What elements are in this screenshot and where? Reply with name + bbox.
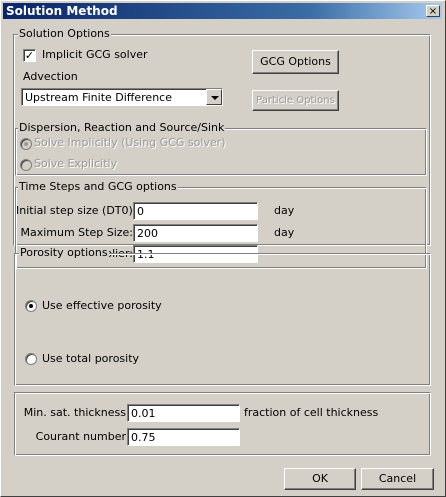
min-sat-thickness-unit: fraction of cell thickness [244,406,379,419]
initial-step-size-label: Initial step size (DT0): [16,204,137,217]
min-sat-thickness-label: Min. sat. thickness [23,406,126,419]
max-step-size-unit: day [274,226,295,239]
ok-button[interactable]: OK [284,468,356,490]
advection-dropdown-button[interactable] [206,89,222,105]
particle-options-button[interactable]: Particle Options [252,90,339,111]
check-icon: ✓ [24,49,35,62]
dispersion-group: Dispersion, Reaction and Source/Sink Sol… [15,121,427,176]
implicit-gcg-label[interactable]: Implicit GCG solver [42,48,148,62]
courant-number-label: Courant number [35,430,126,443]
total-porosity-radio[interactable] [25,353,37,365]
total-porosity-label[interactable]: Use total porosity [42,352,139,366]
radio-selected-icon [29,304,33,308]
porosity-options-group: Porosity options Use effective porosity … [14,246,431,386]
solution-options-label: Solution Options [18,27,111,41]
max-step-size-label: Maximum Step Size: [20,226,133,239]
close-icon: × [428,6,438,17]
close-button[interactable]: × [426,5,440,17]
solve-explicitly-radio[interactable] [20,159,32,171]
max-step-size-input[interactable]: 200 [133,224,258,242]
solve-implicitly-label[interactable]: Solve Implicitly (Using GCG solver) [34,136,226,150]
dialog-title: Solution Method [6,4,118,18]
effective-porosity-radio[interactable] [25,300,37,312]
initial-step-size-input[interactable]: 0 [133,202,258,220]
gcg-options-button-label: GCG Options [260,55,331,68]
solution-method-dialog: Solution Method × Solution Options ✓ Imp… [0,0,446,497]
max-step-size-value: 200 [137,227,158,240]
dispersion-label: Dispersion, Reaction and Source/Sink [18,121,226,135]
advection-select-value: Upstream Finite Difference [25,91,172,104]
courant-number-value: 0.75 [131,431,156,444]
ok-button-label: OK [312,472,328,485]
chevron-down-icon [211,96,219,100]
initial-step-size-unit: day [274,204,295,217]
time-steps-label: Time Steps and GCG options [18,180,178,194]
cancel-button[interactable]: Cancel [361,468,434,490]
initial-step-size-value: 0 [137,205,144,218]
saturation-group: Min. sat. thickness 0.01 fraction of cel… [14,392,431,456]
advection-select[interactable]: Upstream Finite Difference [21,88,223,106]
radio-selected-icon [24,142,28,146]
title-bar[interactable]: Solution Method × [3,3,442,19]
min-sat-thickness-input[interactable]: 0.01 [127,404,240,422]
solve-explicitly-label[interactable]: Solve Explicitly [34,157,117,171]
min-sat-thickness-value: 0.01 [131,407,156,420]
effective-porosity-label[interactable]: Use effective porosity [42,299,162,313]
gcg-options-button[interactable]: GCG Options [252,50,339,74]
solve-implicitly-radio[interactable] [20,138,32,150]
advection-label: Advection [23,70,78,83]
courant-number-input[interactable]: 0.75 [127,428,240,446]
particle-options-button-label: Particle Options [256,95,335,106]
porosity-options-label: Porosity options [19,246,109,260]
implicit-gcg-checkbox[interactable]: ✓ [23,49,36,62]
solution-options-group: Solution Options ✓ Implicit GCG solver G… [13,27,431,269]
cancel-button-label: Cancel [378,472,417,485]
